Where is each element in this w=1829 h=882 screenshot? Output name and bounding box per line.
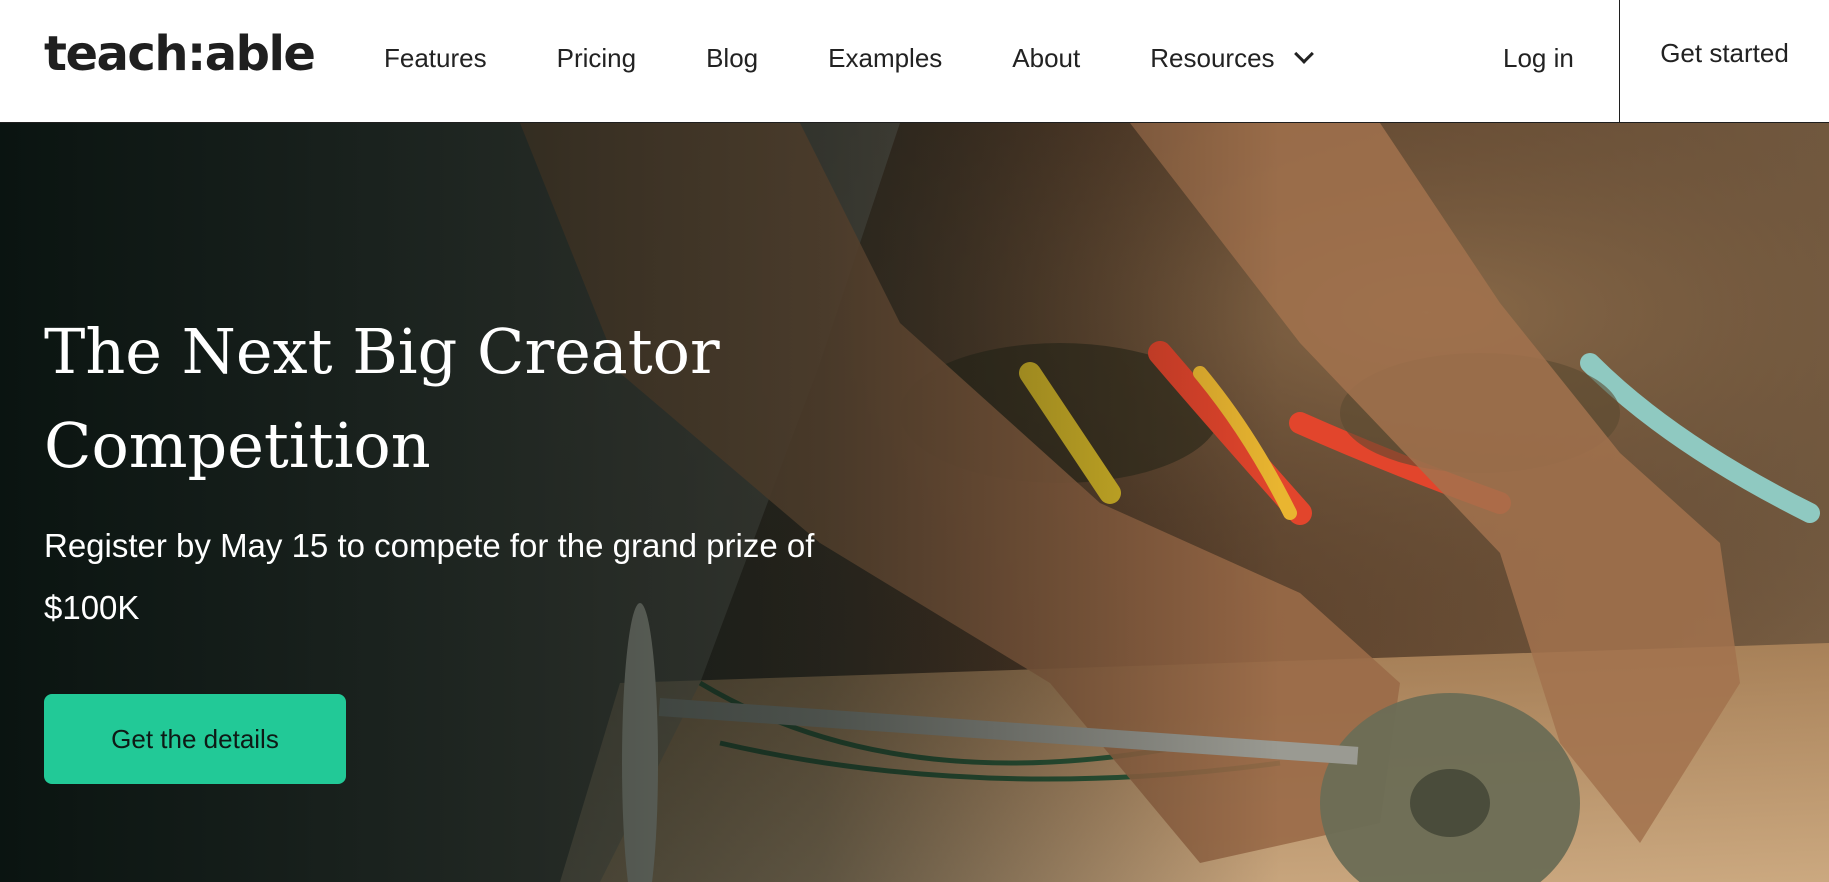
login-link[interactable]: Log in bbox=[1503, 38, 1574, 78]
hero-title: The Next Big Creator Competition bbox=[44, 315, 720, 482]
nav-item-features[interactable]: Features bbox=[384, 43, 487, 74]
get-the-details-button[interactable]: Get the details bbox=[44, 694, 346, 784]
nav-item-pricing[interactable]: Pricing bbox=[557, 43, 636, 74]
nav-item-resources-label: Resources bbox=[1150, 42, 1275, 73]
chevron-down-icon bbox=[1293, 44, 1314, 64]
nav-item-about[interactable]: About bbox=[1012, 43, 1080, 74]
main-nav: Features Pricing Blog Examples About Res… bbox=[384, 38, 1314, 78]
hero-subtitle: Register by May 15 to compete for the gr… bbox=[44, 527, 815, 626]
nav-item-examples[interactable]: Examples bbox=[828, 43, 942, 74]
nav-item-blog[interactable]: Blog bbox=[706, 43, 758, 74]
hero-content: The Next Big Creator Competition Registe… bbox=[44, 305, 944, 639]
teachable-logo[interactable]: teach:able bbox=[44, 22, 316, 86]
get-started-button[interactable]: Get started bbox=[1620, 0, 1829, 122]
hero-section: The Next Big Creator Competition Registe… bbox=[0, 123, 1829, 882]
site-header: teach:able Features Pricing Blog Example… bbox=[0, 0, 1829, 123]
nav-item-resources[interactable]: Resources bbox=[1150, 42, 1314, 74]
